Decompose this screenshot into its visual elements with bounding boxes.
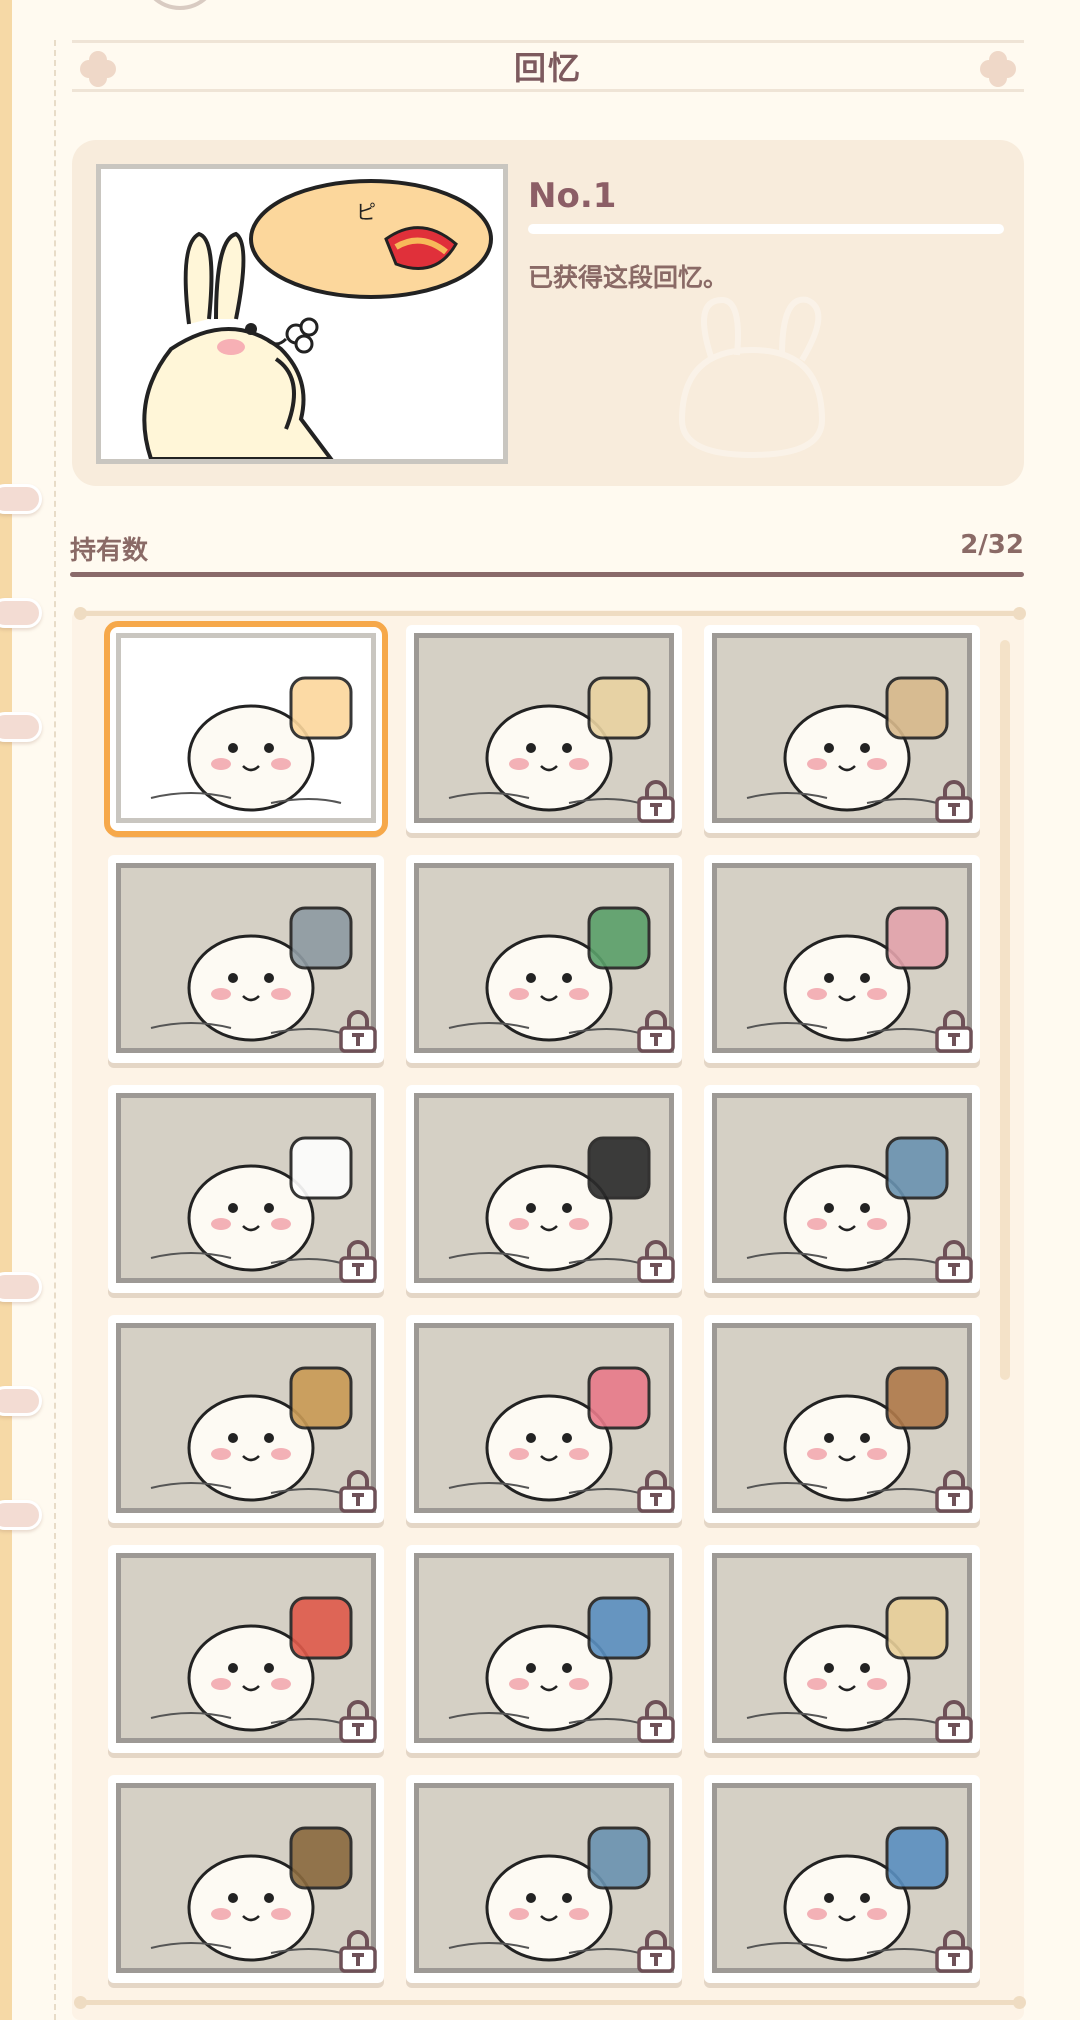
margin-line: [54, 40, 56, 2020]
memory-card-17[interactable]: [406, 1775, 682, 1983]
divider: [528, 224, 1004, 234]
scrollbar[interactable]: [1000, 640, 1010, 1380]
memory-description: 已获得这段回忆。: [528, 263, 729, 292]
memory-detail-image: ピ: [96, 164, 508, 464]
memory-thumbnail: [414, 1553, 674, 1743]
memory-thumbnail: [712, 1093, 972, 1283]
top-tab: [140, 0, 220, 10]
hamster-bowl-hat-illustration: [448, 906, 651, 1042]
cat-dragon-illustration: [448, 1826, 651, 1962]
sphinx-illustration: [150, 1366, 353, 1502]
lock-icon: [339, 1700, 377, 1743]
clover-icon: [980, 51, 1016, 87]
memory-card-10[interactable]: [108, 1315, 384, 1523]
lock-icon: [935, 1470, 973, 1513]
rabbit-yaha-illustration: [746, 1596, 949, 1732]
memory-thumbnail: [414, 863, 674, 1053]
count-divider: [70, 572, 1024, 577]
lock-icon: [935, 780, 973, 823]
hamster-rock-illustration: [150, 906, 353, 1042]
memory-card-4[interactable]: [108, 855, 384, 1063]
memory-thumbnail: [712, 1323, 972, 1513]
lock-icon: [339, 1240, 377, 1283]
lock-icon: [339, 1470, 377, 1513]
memory-card-8[interactable]: [406, 1085, 682, 1293]
lock-icon: [339, 1930, 377, 1973]
memory-card-3[interactable]: [704, 625, 980, 833]
lock-icon: [637, 1010, 675, 1053]
rabbit-pancake-illustration: [150, 676, 353, 812]
panel-bottom-rule: [74, 1996, 1026, 2009]
binder-ring: [0, 484, 42, 514]
lock-icon: [935, 1240, 973, 1283]
owned-count-value: 2/32: [960, 530, 1024, 560]
cat-trident-illustration: [746, 1826, 949, 1962]
memory-thumbnail: [414, 1323, 674, 1513]
memory-card-6[interactable]: [704, 855, 980, 1063]
lock-icon: [637, 780, 675, 823]
lock-icon: [935, 1930, 973, 1973]
binder-ring: [0, 1386, 42, 1416]
lock-icon: [935, 1010, 973, 1053]
memory-thumbnail: [712, 633, 972, 823]
memory-card-5[interactable]: [406, 855, 682, 1063]
memory-thumbnail: [116, 633, 376, 823]
memory-grid: [104, 621, 988, 1983]
rabbit-pancake-illustration: ピ: [142, 179, 493, 459]
bunny-silhouette-icon: [678, 296, 826, 459]
panel-top-rule: [74, 607, 1026, 620]
lock-icon: [637, 1240, 675, 1283]
sushi-illustration: [448, 1366, 651, 1502]
binder-ring: [0, 1272, 42, 1302]
lock-icon: [339, 1010, 377, 1053]
memory-card-9[interactable]: [704, 1085, 980, 1293]
memory-thumbnail: [116, 1783, 376, 1973]
cat-lying-illustration: [746, 1136, 949, 1272]
crying-hamster-illustration: [150, 1136, 353, 1272]
memory-card-2[interactable]: [406, 625, 682, 833]
weed-sign-illustration: [150, 1826, 353, 1962]
memory-card-7[interactable]: [108, 1085, 384, 1293]
svg-text:ピ: ピ: [356, 200, 376, 224]
memory-card-14[interactable]: [406, 1545, 682, 1753]
memory-thumbnail: [116, 1323, 376, 1513]
binder-ring: [0, 598, 42, 628]
memory-thumbnail: [116, 1553, 376, 1743]
memory-card-12[interactable]: [704, 1315, 980, 1523]
memory-thumbnail: [712, 863, 972, 1053]
memory-thumbnail: [414, 1783, 674, 1973]
hamster-and-pink-illustration: [746, 906, 949, 1042]
memory-thumbnail: [712, 1553, 972, 1743]
memory-thumbnail: [116, 1093, 376, 1283]
notebook-edge: [0, 0, 12, 2020]
lock-icon: [637, 1930, 675, 1973]
lock-icon: [637, 1700, 675, 1743]
memory-card-1[interactable]: [104, 621, 388, 837]
party-night-illustration: [448, 1136, 651, 1272]
memory-thumbnail: [414, 633, 674, 823]
binder-ring: [0, 712, 42, 742]
memory-detail-card: ピ No.1 已获得这段回忆。: [72, 140, 1024, 486]
rabbit-and-friend-illustration: [746, 676, 949, 812]
binder-ring: [0, 1500, 42, 1530]
owned-count-label: 持有数: [70, 536, 149, 566]
lock-icon: [935, 1700, 973, 1743]
memory-thumbnail: [414, 1093, 674, 1283]
page-title: 回忆: [513, 49, 582, 87]
memory-number: No.1: [528, 176, 617, 216]
rabbit-pudding-illustration: [448, 676, 651, 812]
memory-card-13[interactable]: [108, 1545, 384, 1753]
memory-card-15[interactable]: [704, 1545, 980, 1753]
memory-thumbnail: [712, 1783, 972, 1973]
clover-icon: [80, 51, 116, 87]
header-bar: 回忆: [72, 40, 1024, 92]
cat-pitchfork-illustration: [448, 1596, 651, 1732]
cat-ukulele-illustration: [746, 1366, 949, 1502]
memory-card-16[interactable]: [108, 1775, 384, 1983]
sushi-tray-illustration: [150, 1596, 353, 1732]
memory-thumbnail: [116, 863, 376, 1053]
memory-card-18[interactable]: [704, 1775, 980, 1983]
lock-icon: [637, 1470, 675, 1513]
memory-card-11[interactable]: [406, 1315, 682, 1523]
